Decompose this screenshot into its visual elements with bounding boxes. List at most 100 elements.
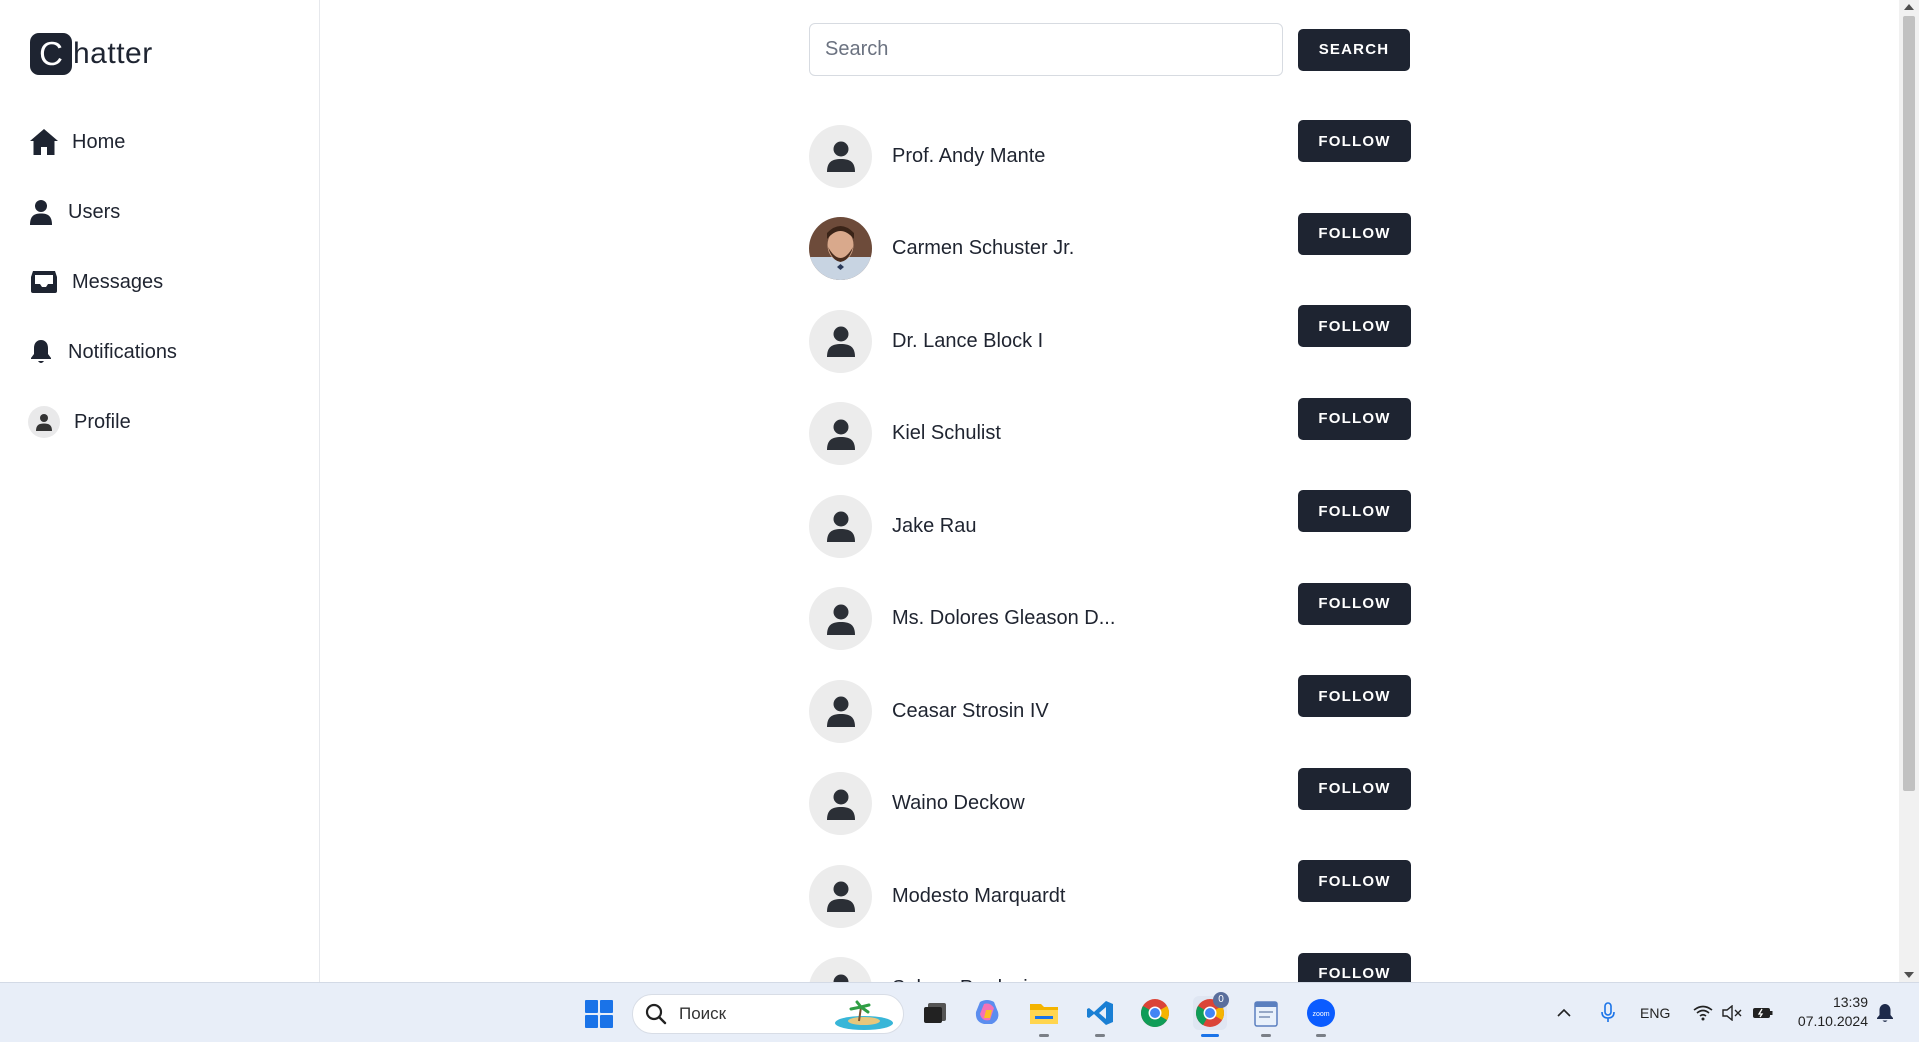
zoom-icon[interactable]: zoom	[1304, 996, 1338, 1037]
search-icon	[645, 1003, 667, 1025]
person-placeholder-icon	[826, 973, 856, 982]
follow-button[interactable]: FOLLOW	[1298, 490, 1411, 532]
follow-button[interactable]: FOLLOW	[1298, 952, 1411, 982]
vscode-icon[interactable]	[1083, 996, 1117, 1037]
sidebar-item-profile[interactable]: Profile	[28, 402, 177, 442]
follow-button[interactable]: FOLLOW	[1298, 120, 1411, 162]
user-name[interactable]: Modesto Marquardt	[892, 885, 1122, 908]
svg-text:zoom: zoom	[1312, 1011, 1329, 1018]
search-bar: SEARCH	[809, 23, 1410, 76]
chrome-profile-icon[interactable]: 0	[1193, 992, 1229, 1037]
person-placeholder-icon	[826, 325, 856, 358]
user-name[interactable]: Waino Deckow	[892, 792, 1122, 815]
follow-button[interactable]: FOLLOW	[1298, 860, 1411, 902]
user-name[interactable]: Dr. Lance Block I	[892, 330, 1122, 353]
sidebar-item-messages[interactable]: Messages	[28, 262, 177, 302]
sidebar-item-users[interactable]: Users	[28, 192, 177, 232]
search-input[interactable]	[809, 23, 1283, 76]
user-row: Modesto Marquardt FOLLOW	[809, 850, 1411, 943]
user-row: Ms. Dolores Gleason D... FOLLOW	[809, 573, 1411, 666]
user-row: Prof. Andy Mante FOLLOW	[809, 110, 1411, 203]
taskbar: Поиск 0 zoom ENG 13:39 07.10.2024	[0, 982, 1919, 1042]
chrome-icon[interactable]	[1138, 996, 1172, 1030]
task-view-icon[interactable]	[918, 996, 952, 1030]
person-placeholder-icon	[826, 140, 856, 173]
follow-button[interactable]: FOLLOW	[1298, 397, 1411, 440]
avatar[interactable]	[809, 957, 872, 982]
avatar[interactable]	[809, 772, 872, 836]
inbox-icon	[28, 266, 60, 298]
copilot-icon[interactable]	[970, 996, 1004, 1030]
avatar[interactable]	[809, 864, 872, 928]
avatar[interactable]	[809, 587, 872, 651]
search-button[interactable]: SEARCH	[1298, 28, 1410, 71]
running-indicator	[1316, 1034, 1326, 1037]
user-name[interactable]: Jake Rau	[892, 515, 1122, 538]
follow-button[interactable]: FOLLOW	[1298, 582, 1411, 625]
running-indicator	[1039, 1034, 1049, 1037]
avatar	[28, 406, 60, 438]
scroll-up-arrow-icon[interactable]	[1904, 4, 1914, 10]
clock-date: 07.10.2024	[1797, 1013, 1868, 1029]
avatar[interactable]	[809, 679, 872, 743]
avatar[interactable]	[809, 217, 872, 281]
person-placeholder-icon	[826, 510, 856, 543]
page-scrollbar[interactable]	[1899, 0, 1919, 982]
user-name[interactable]: Ms. Dolores Gleason D...	[892, 607, 1122, 630]
user-row: Waino Deckow FOLLOW	[809, 758, 1411, 851]
user-row: Jake Rau FOLLOW	[809, 480, 1411, 573]
person-placeholder-icon	[826, 603, 856, 635]
sidebar-nav: Home Users Messages Notifications Profil…	[28, 122, 177, 472]
notification-badge: 0	[1213, 992, 1229, 1008]
taskbar-search[interactable]: Поиск	[632, 994, 904, 1034]
notepad-icon[interactable]	[1249, 996, 1283, 1037]
follow-button[interactable]: FOLLOW	[1298, 767, 1411, 810]
avatar[interactable]	[809, 309, 872, 373]
sidebar-item-home[interactable]: Home	[28, 122, 177, 162]
home-icon	[28, 126, 60, 158]
avatar[interactable]	[809, 402, 872, 466]
sidebar: C hatter Home Users Messages Notificatio…	[0, 0, 320, 982]
user-name[interactable]: Carmen Schuster Jr.	[892, 237, 1122, 260]
chatter-app: C hatter Home Users Messages Notificatio…	[0, 0, 1919, 982]
user-row: Dr. Lance Block I FOLLOW	[809, 295, 1411, 388]
person-placeholder-icon	[826, 788, 856, 820]
microphone-icon[interactable]	[1600, 983, 1616, 1043]
avatar[interactable]	[809, 124, 872, 188]
sidebar-item-label: Home	[72, 130, 126, 153]
sidebar-item-notifications[interactable]: Notifications	[28, 332, 177, 372]
taskbar-search-placeholder: Поиск	[679, 1004, 727, 1023]
wifi-icon[interactable]	[1693, 983, 1713, 1043]
user-name[interactable]: Prof. Andy Mante	[892, 145, 1122, 168]
user-row: Ceasar Strosin IV FOLLOW	[809, 665, 1411, 758]
avatar-icon	[28, 406, 60, 438]
taskbar-clock[interactable]: 13:39 07.10.2024	[1793, 993, 1868, 1031]
person-placeholder-icon	[826, 418, 856, 450]
logo-text: hatter	[73, 37, 153, 70]
active-indicator	[1201, 1034, 1219, 1037]
user-name[interactable]: Ceasar Strosin IV	[892, 700, 1122, 723]
follow-button[interactable]: FOLLOW	[1298, 675, 1411, 717]
file-explorer-icon[interactable]	[1027, 996, 1061, 1037]
island-illustration-icon	[835, 1000, 893, 1030]
scroll-down-arrow-icon[interactable]	[1904, 972, 1914, 978]
sidebar-item-label: Users	[68, 200, 121, 223]
follow-button[interactable]: FOLLOW	[1298, 305, 1411, 347]
user-row: Selena PredovicFOLLOW	[809, 943, 1411, 982]
battery-icon[interactable]	[1752, 983, 1774, 1043]
volume-muted-icon[interactable]	[1722, 983, 1742, 1043]
logo-letter: C	[30, 33, 72, 75]
clock-time: 13:39	[1832, 994, 1868, 1010]
bell-icon	[28, 336, 54, 368]
scroll-thumb[interactable]	[1903, 16, 1915, 791]
app-logo[interactable]: C hatter	[30, 33, 153, 75]
sidebar-item-label: Profile	[74, 410, 131, 433]
show-hidden-icons-chevron-icon[interactable]	[1556, 983, 1572, 1043]
user-name[interactable]: Kiel Schulist	[892, 422, 1122, 445]
language-indicator[interactable]: ENG	[1640, 983, 1670, 1043]
follow-button[interactable]: FOLLOW	[1298, 212, 1411, 255]
windows-start-icon[interactable]	[585, 1000, 613, 1028]
notification-bell-icon[interactable]	[1876, 983, 1894, 1043]
user-icon	[28, 196, 54, 228]
avatar[interactable]	[809, 494, 872, 558]
